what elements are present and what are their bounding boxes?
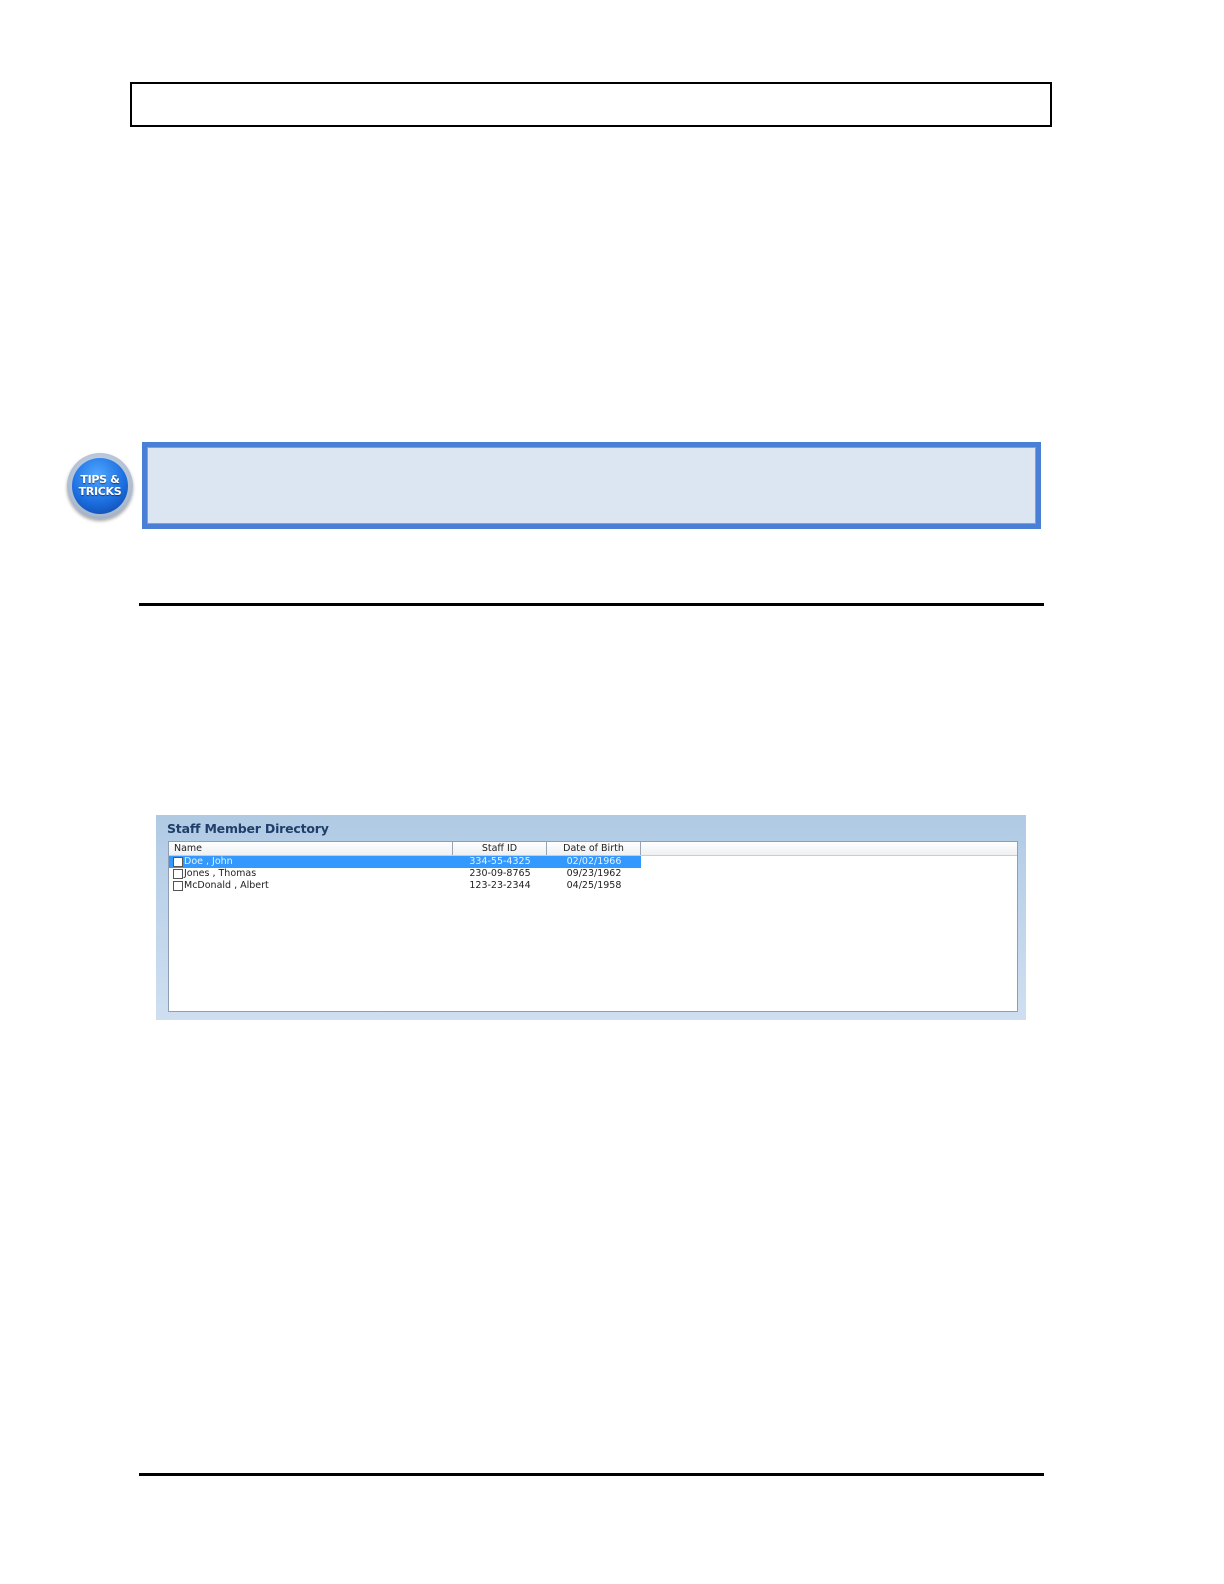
cell-staff-id: 334-55-4325 [469,856,531,867]
tips-badge-face: TIPS & TRICKS [72,458,128,514]
cell-name: McDonald , Albert [184,880,269,891]
tip-callout-box [142,442,1041,529]
cell-name: Doe , John [184,856,233,867]
cell-staff-id: 123-23-2344 [469,880,531,891]
table-row[interactable]: McDonald , Albert 123-23-2344 04/25/1958 [169,880,641,892]
table-row[interactable]: Jones , Thomas 230-09-8765 09/23/1962 [169,868,641,880]
footer-divider [139,1473,1044,1476]
tips-badge-line2: TRICKS [78,485,122,498]
row-checkbox[interactable] [173,857,183,867]
table-row[interactable]: Doe , John 334-55-4325 02/02/1966 [169,856,641,868]
panel-title: Staff Member Directory [167,821,329,836]
tip-callout-content [147,447,1036,524]
staff-list[interactable]: Name Staff ID Date of Birth Doe , John 3… [168,841,1018,1012]
cell-dob: 04/25/1958 [566,880,622,891]
page-header-box [130,82,1052,127]
tips-and-tricks-icon: TIPS & TRICKS [67,453,133,519]
cell-staff-id: 230-09-8765 [469,868,531,879]
cell-dob: 09/23/1962 [566,868,622,879]
cell-name: Jones , Thomas [184,868,257,879]
list-header: Name Staff ID Date of Birth [169,842,1017,856]
column-header-staff-id[interactable]: Staff ID [453,842,547,855]
column-header-name[interactable]: Name [169,842,453,855]
section-divider [139,603,1044,606]
cell-dob: 02/02/1966 [566,856,622,867]
staff-directory-panel: Staff Member Directory Name Staff ID Dat… [156,815,1026,1020]
column-header-dob[interactable]: Date of Birth [547,842,641,855]
row-checkbox[interactable] [173,881,183,891]
row-checkbox[interactable] [173,869,183,879]
